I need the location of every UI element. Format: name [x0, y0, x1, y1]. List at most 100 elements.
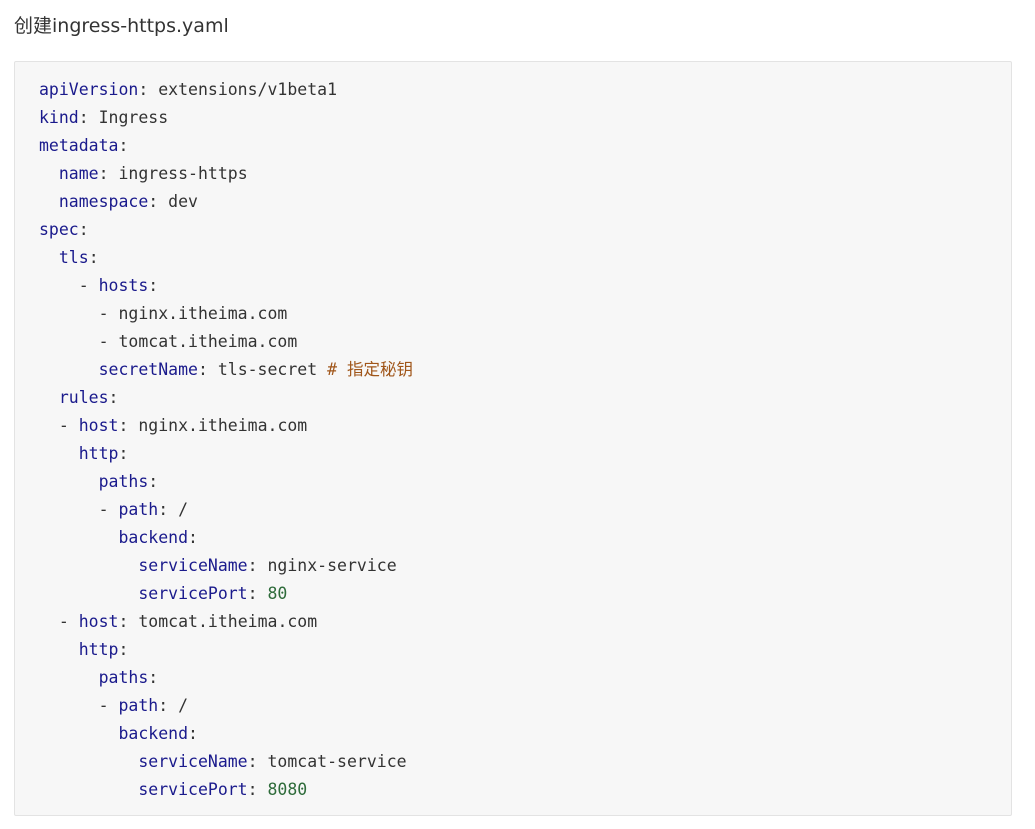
code-line: serviceName: nginx-service — [39, 552, 1011, 580]
code-line: paths: — [39, 468, 1011, 496]
code-line: paths: — [39, 664, 1011, 692]
code-line: namespace: dev — [39, 188, 1011, 216]
yaml-key: path — [118, 500, 159, 519]
yaml-key: host — [78, 416, 119, 435]
code-line: serviceName: tomcat-service — [39, 748, 1011, 776]
yaml-key: servicePort — [138, 584, 248, 603]
yaml-value: : — [78, 220, 89, 239]
yaml-key: http — [78, 640, 119, 659]
yaml-value — [39, 528, 118, 547]
yaml-value — [39, 360, 99, 379]
yaml-key: rules — [58, 388, 109, 407]
code-line: backend: — [39, 720, 1011, 748]
code-line: - host: nginx.itheima.com — [39, 412, 1011, 440]
code-line: tls: — [39, 244, 1011, 272]
yaml-value: : — [188, 528, 198, 547]
section-heading: 创建ingress-https.yaml — [14, 15, 229, 37]
code-line: http: — [39, 636, 1011, 664]
yaml-value: : — [118, 444, 129, 463]
yaml-value: : — [118, 136, 129, 155]
yaml-value: - — [39, 416, 79, 435]
yaml-key: namespace — [58, 192, 149, 211]
code-block[interactable]: apiVersion: extensions/v1beta1 kind: Ingr… — [14, 61, 1012, 816]
yaml-value — [39, 192, 59, 211]
code-line: rules: — [39, 384, 1011, 412]
yaml-value: : — [148, 668, 159, 687]
code-line: - path: / — [39, 496, 1011, 524]
yaml-key: secretName — [98, 360, 198, 379]
yaml-number: 8080 — [267, 780, 308, 799]
yaml-value: - tomcat.itheima.com — [39, 332, 298, 351]
yaml-value: : — [88, 248, 99, 267]
yaml-value: : tomcat.itheima.com — [118, 612, 318, 631]
yaml-key: servicePort — [138, 780, 248, 799]
yaml-value — [39, 668, 99, 687]
yaml-value: : Ingress — [78, 108, 169, 127]
yaml-value: - — [39, 612, 79, 631]
yaml-value — [39, 164, 59, 183]
yaml-value: : extensions/v1beta1 — [138, 80, 338, 99]
yaml-value: : dev — [148, 192, 198, 211]
code-content: apiVersion: extensions/v1beta1 kind: Ingr… — [39, 76, 1011, 804]
yaml-value: - — [39, 276, 99, 295]
yaml-value: - — [39, 696, 119, 715]
yaml-key: kind — [39, 108, 79, 127]
code-line: http: — [39, 440, 1011, 468]
yaml-value: : tls-secret — [197, 360, 328, 379]
yaml-key: backend — [118, 528, 189, 547]
code-line: kind: Ingress — [39, 104, 1011, 132]
code-line: apiVersion: extensions/v1beta1 — [39, 76, 1011, 104]
yaml-value — [39, 640, 79, 659]
yaml-value: : — [247, 584, 268, 603]
code-line: - path: / — [39, 692, 1011, 720]
yaml-key: metadata — [39, 136, 119, 155]
code-line: spec: — [39, 216, 1011, 244]
code-line: metadata: — [39, 132, 1011, 160]
code-line: - hosts: — [39, 272, 1011, 300]
yaml-key: paths — [98, 472, 149, 491]
yaml-value — [39, 472, 99, 491]
yaml-value — [39, 248, 59, 267]
yaml-comment: # 指定秘钥 — [327, 360, 413, 379]
yaml-value: : — [108, 388, 119, 407]
yaml-value: : — [247, 780, 268, 799]
yaml-value: : nginx-service — [247, 556, 397, 575]
yaml-key: serviceName — [138, 556, 248, 575]
yaml-key: tls — [58, 248, 89, 267]
code-line: - nginx.itheima.com — [39, 300, 1011, 328]
yaml-key: path — [118, 696, 159, 715]
yaml-number: 80 — [267, 584, 288, 603]
yaml-key: http — [78, 444, 119, 463]
code-line: backend: — [39, 524, 1011, 552]
yaml-key: host — [78, 612, 119, 631]
code-line: servicePort: 8080 — [39, 776, 1011, 804]
code-line: secretName: tls-secret # 指定秘钥 — [39, 356, 1011, 384]
yaml-value — [39, 780, 138, 799]
yaml-key: name — [58, 164, 99, 183]
yaml-value — [39, 388, 59, 407]
yaml-value: : nginx.itheima.com — [118, 416, 308, 435]
yaml-key: spec — [39, 220, 79, 239]
yaml-value — [39, 444, 79, 463]
yaml-value: : — [188, 724, 198, 743]
code-line: servicePort: 80 — [39, 580, 1011, 608]
yaml-value: - — [39, 500, 119, 519]
yaml-key: hosts — [98, 276, 149, 295]
code-line: - host: tomcat.itheima.com — [39, 608, 1011, 636]
yaml-value: - nginx.itheima.com — [39, 304, 288, 323]
yaml-key: apiVersion — [39, 80, 139, 99]
yaml-value: : / — [158, 500, 189, 519]
code-line: - tomcat.itheima.com — [39, 328, 1011, 356]
yaml-key: paths — [98, 668, 149, 687]
yaml-value — [39, 584, 138, 603]
yaml-key: backend — [118, 724, 189, 743]
yaml-value: : tomcat-service — [247, 752, 407, 771]
yaml-value: : — [118, 640, 129, 659]
yaml-value: : ingress-https — [98, 164, 248, 183]
yaml-value: : / — [158, 696, 189, 715]
yaml-value — [39, 724, 118, 743]
yaml-value — [39, 752, 138, 771]
yaml-key: serviceName — [138, 752, 248, 771]
yaml-value: : — [148, 472, 159, 491]
yaml-value — [39, 556, 138, 575]
